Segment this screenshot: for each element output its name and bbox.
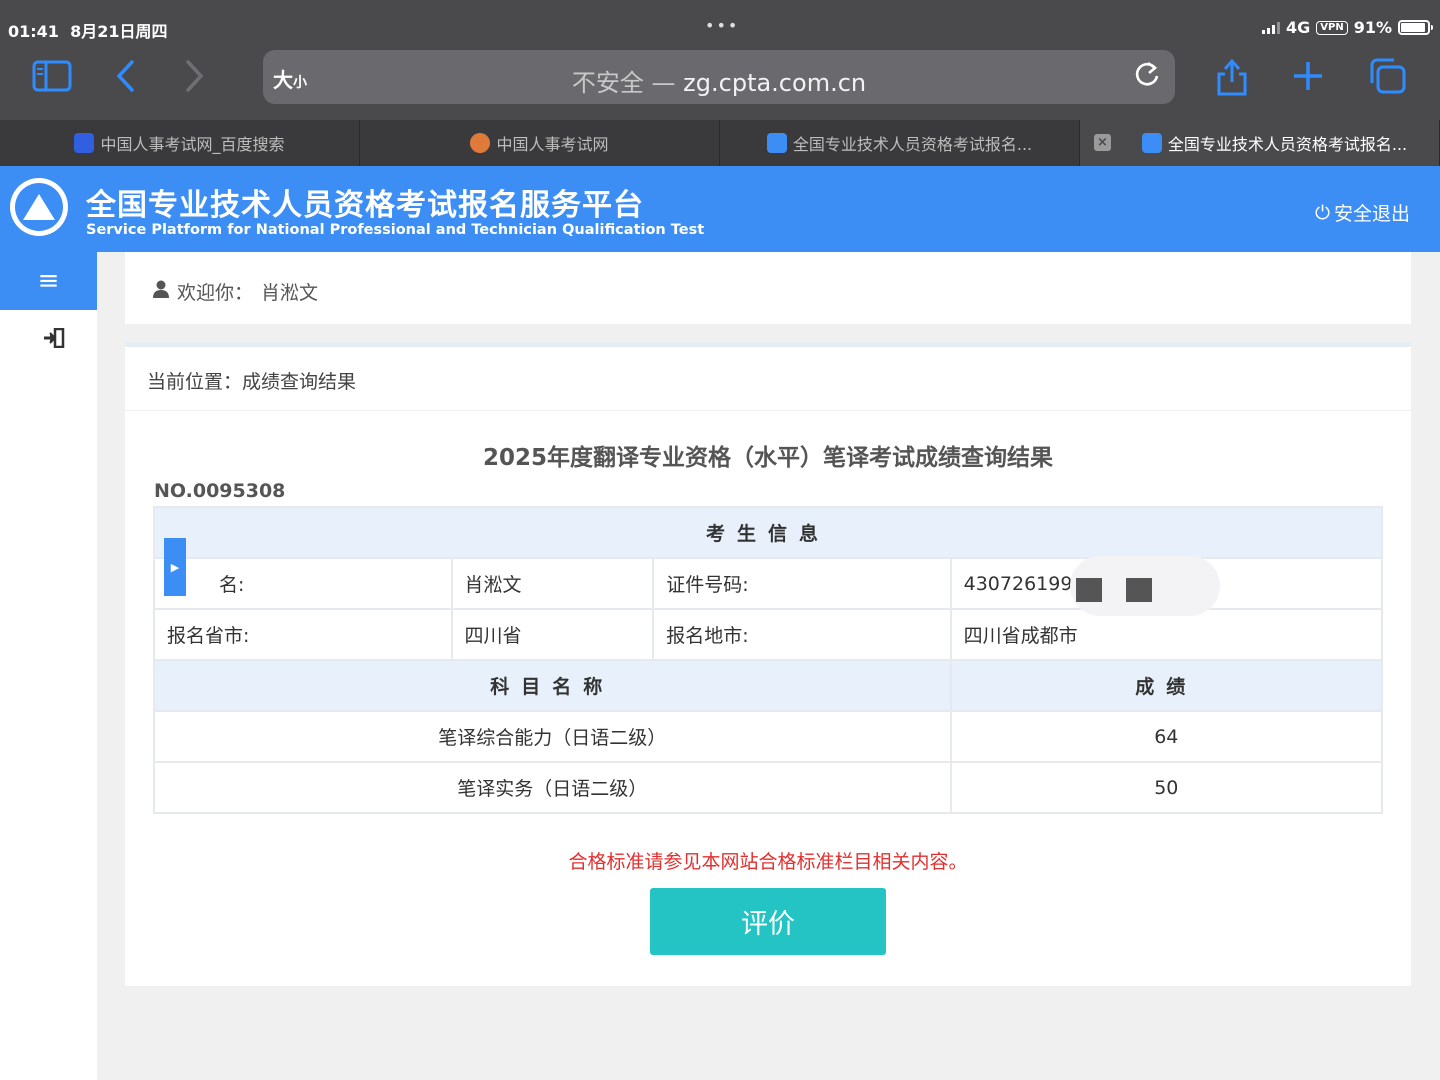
status-bar: 01:41 8月21日周四 ••• 4G VPN 91% [0, 0, 1440, 44]
tab-title: 中国人事考试网_百度搜索 [100, 135, 285, 154]
status-right: 4G VPN 91% [1262, 18, 1433, 37]
city-value: 四川省成都市 [949, 608, 1384, 661]
welcome-label: 欢迎你： [177, 282, 254, 304]
city-label: 报名地市: [652, 608, 952, 661]
breadcrumb: 当前位置：成绩查询结果 [125, 347, 1411, 411]
close-tab-icon[interactable]: × [1094, 134, 1111, 151]
result-title: 2025年度翻译专业资格（水平）笔译考试成绩查询结果 [482, 445, 1053, 471]
pta-favicon-icon [766, 133, 787, 153]
browser-tab-active[interactable]: × 全国专业技术人员资格考试报名... [1080, 120, 1440, 166]
power-icon: ⏻ [1314, 201, 1330, 224]
back-icon[interactable] [104, 54, 148, 98]
side-expand-tab[interactable]: ▶ [164, 538, 186, 596]
serial-number: NO.0095308 [154, 480, 286, 502]
battery-percent: 91% [1353, 18, 1392, 37]
left-rail: ≡ [0, 252, 97, 1080]
table-row: 笔译实务（日语二级） 50 [153, 761, 1384, 814]
province-label: 报名省市: [153, 608, 453, 661]
subject-name: 笔译综合能力（日语二级） [153, 710, 952, 763]
subject-header: 科目名称 [153, 659, 952, 712]
browser-tab[interactable]: 中国人事考试网_百度搜索 [0, 120, 360, 166]
candidate-info-header: 考生信息 [153, 506, 1383, 559]
reload-icon[interactable] [1133, 60, 1161, 97]
battery-icon [1398, 20, 1433, 35]
tab-title: 全国专业技术人员资格考试报名... [792, 135, 1033, 154]
table-header-row: 科目名称 成绩 [153, 659, 1384, 712]
status-time: 01:41 8月21日周四 [8, 22, 168, 41]
table-header-row: 考生信息 [153, 506, 1383, 559]
logout-button[interactable]: ⏻ 安全退出 [1315, 199, 1410, 226]
score-header: 成绩 [949, 659, 1384, 712]
hamburger-icon: ≡ [37, 266, 60, 296]
site-subtitle: Service Platform for National Profession… [86, 222, 705, 238]
multitasking-dots-icon[interactable]: ••• [705, 16, 739, 35]
user-icon [153, 280, 169, 303]
site-title: 全国专业技术人员资格考试报名服务平台 [86, 188, 644, 223]
vpn-badge: VPN [1316, 20, 1348, 35]
url-text[interactable]: 不安全 — zg.cpta.com.cn [263, 63, 1175, 98]
name-label: 名: [153, 557, 453, 610]
subject-score: 50 [949, 761, 1384, 814]
network-label: 4G [1286, 18, 1311, 37]
forward-icon[interactable] [172, 54, 216, 98]
browser-tab[interactable]: 全国专业技术人员资格考试报名... [720, 120, 1080, 166]
pta-favicon-icon [1141, 133, 1162, 153]
subject-score: 64 [949, 710, 1384, 763]
menu-toggle-button[interactable]: ≡ [0, 252, 97, 310]
baidu-favicon-icon [74, 133, 95, 153]
table-row: 笔译综合能力（日语二级） 64 [153, 710, 1384, 763]
rate-button[interactable]: 评价 [650, 888, 886, 955]
pass-standard-notice: 合格标准请参见本网站合格标准栏目相关内容。 [568, 851, 968, 873]
table-row: 报名省市: 四川省 报名地市: 四川省成都市 [153, 608, 1384, 661]
welcome-name: 肖淞文 [261, 282, 319, 304]
sign-in-icon[interactable] [0, 327, 97, 353]
score-table: 考生信息 名: 肖淞文 证件号码: 4307261994 报名省市: 四川省 报… [153, 506, 1384, 814]
province-value: 四川省 [450, 608, 655, 661]
redaction-overlay [1070, 556, 1220, 616]
site-header: 全国专业技术人员资格考试报名服务平台 Service Platform for … [0, 166, 1440, 252]
subject-name: 笔译实务（日语二级） [153, 761, 952, 814]
pta-logo [10, 178, 68, 236]
caret-right-icon: ▶ [170, 560, 180, 574]
share-icon[interactable] [1210, 54, 1254, 98]
new-tab-icon[interactable] [1286, 54, 1330, 98]
browser-tabs: 中国人事考试网_百度搜索 中国人事考试网 全国专业技术人员资格考试报名... ×… [0, 120, 1440, 166]
browser-toolbar: 大小 不安全 — zg.cpta.com.cn [0, 44, 1440, 120]
welcome-bar: 欢迎你： 肖淞文 [125, 252, 1411, 324]
result-panel: 当前位置：成绩查询结果 2025年度翻译专业资格（水平）笔译考试成绩查询结果 N… [125, 342, 1411, 986]
browser-tab[interactable]: 中国人事考试网 [360, 120, 720, 166]
address-bar[interactable]: 大小 不安全 — zg.cpta.com.cn [263, 50, 1175, 104]
cpta-favicon-icon [470, 133, 491, 153]
tab-title: 中国人事考试网 [496, 135, 609, 154]
tab-title: 全国专业技术人员资格考试报名... [1167, 135, 1408, 154]
signal-icon [1262, 21, 1280, 34]
sidebar-toggle-icon[interactable] [30, 54, 74, 98]
id-label: 证件号码: [652, 557, 952, 610]
tabs-overview-icon[interactable] [1366, 54, 1410, 98]
name-value: 肖淞文 [450, 557, 655, 610]
